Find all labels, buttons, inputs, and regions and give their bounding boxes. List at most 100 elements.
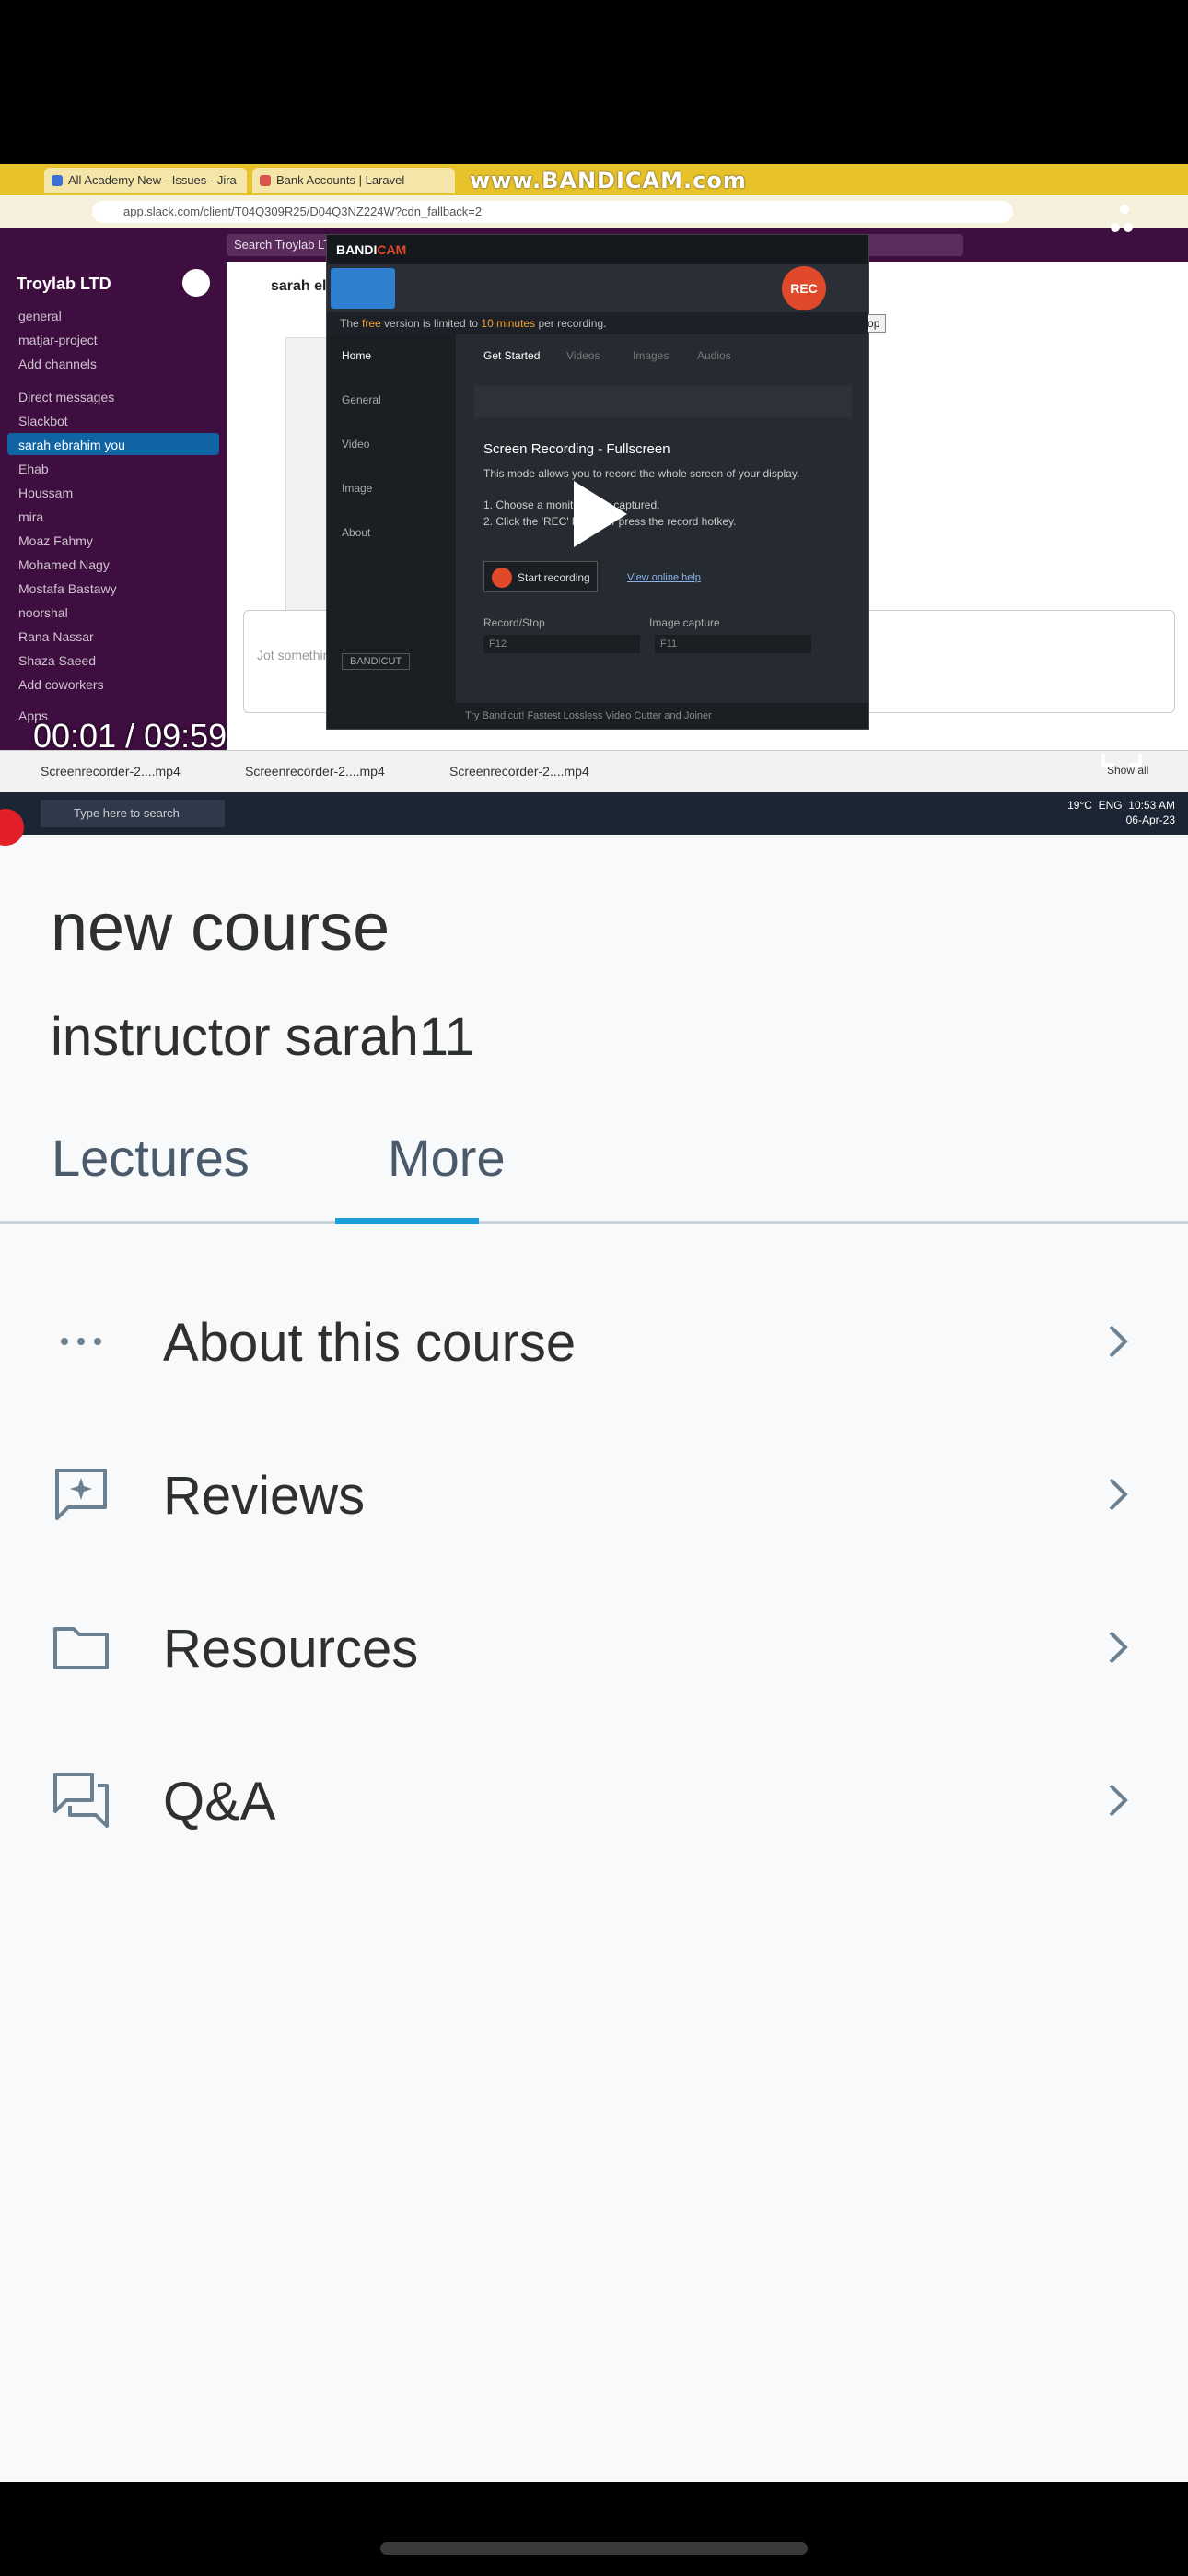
dot-icon [1111,223,1120,232]
sidebar-dm: sarah ebrahim you [18,438,125,452]
dot-icon [1124,223,1133,232]
recorded-tab: All Academy New - Issues - Jira [44,168,247,193]
chat-header: sarah el [271,278,327,294]
menu-item-label: Resources [163,1619,419,1679]
video-options-button[interactable] [1111,205,1138,251]
rec-dot-icon [492,568,512,588]
bandicam-nav-item: General [342,393,381,406]
menu-item-label: Q&A [163,1772,276,1832]
sidebar-channel: Add channels [18,357,97,371]
screen-mode-icon [331,268,395,309]
chevron-right-icon [1109,1325,1128,1358]
sidebar-dm: Ehab [18,462,49,476]
sidebar-dm: noorshal [18,605,68,620]
bandicam-watermark: www.BANDICAM.com [470,168,747,193]
notice-text: per recording. [535,317,607,330]
recorded-tab-label: Bank Accounts | Laravel [276,173,405,187]
sidebar-dm: mira [18,509,44,524]
laravel-icon [260,175,271,186]
time-readout: 00:01 / 09:59 [33,717,227,755]
menu-item-reviews[interactable]: Reviews [0,1421,1188,1568]
fullscreen-button[interactable] [1101,726,1142,767]
bandicut-badge: BANDICUT [342,653,411,670]
tab-lectures[interactable]: Lectures [52,1128,250,1188]
bandicam-heading: Screen Recording - Fullscreen [483,441,670,457]
menu-item-qa[interactable]: Q&A [0,1727,1188,1874]
video-player[interactable]: All Academy New - Issues - Jira Bank Acc… [0,164,1188,835]
tab-more[interactable]: More [388,1128,506,1188]
bandicam-logo: BANDICAM [336,242,406,257]
hotkey-label: Record/Stop [483,616,545,629]
notice-text: The [340,317,363,330]
tabs-divider [0,1221,1188,1224]
recorded-address-bar: app.slack.com/client/T04Q309R25/D04Q3NZ2… [0,195,1188,228]
download-item: Screenrecorder-2....mp4 [245,764,385,779]
bandicam-notice: The free version is limited to 10 minute… [327,312,868,334]
sidebar-dm: Rana Nassar [18,629,94,644]
bandicam-step: 1. Choose a monitor to be captured. [483,498,660,511]
bandicam-toolbar: REC [327,264,868,312]
home-indicator[interactable] [380,2542,808,2555]
bandicam-logo-b: CAM [377,242,407,257]
recorded-tab: Bank Accounts | Laravel [252,168,455,193]
bandicam-logo-a: BANDI [336,242,378,257]
chevron-right-icon [1109,1784,1128,1817]
sidebar-channel: general [18,309,62,323]
sidebar-dm: Mostafa Bastawy [18,581,117,596]
recorded-browser-tabstrip: All Academy New - Issues - Jira Bank Acc… [0,164,1188,195]
sidebar-dm: Slackbot [18,414,68,428]
course-title: new course [51,891,390,965]
tray-language: ENG [1098,799,1123,812]
bandicam-footer: Try Bandicut! Fastest Lossless Video Cut… [327,703,868,729]
menu-item-label: About this course [163,1313,577,1373]
system-tray: 19°C ENG 10:53 AM 06-Apr-23 [1067,798,1175,827]
download-item: Screenrecorder-2....mp4 [41,764,181,779]
chevron-right-icon [1109,1478,1128,1511]
bandicam-nav-item: Home [342,349,372,362]
compose-icon [182,269,210,297]
active-tab-indicator [335,1218,479,1224]
play-button[interactable] [574,481,627,547]
folder-icon [53,1627,109,1669]
status-bar [0,0,1188,164]
menu-item-resources[interactable]: Resources [0,1574,1188,1721]
bandicam-titlebar: BANDICAM [327,235,868,264]
chat-bubbles-icon [53,1773,109,1828]
review-sparkle-icon [55,1469,107,1520]
bandicam-desc: This mode allows you to record the whole… [483,467,800,480]
bandicam-tab: Videos [566,349,600,362]
windows-taskbar: Type here to search 19°C ENG 10:53 AM 06… [0,792,1188,835]
tray-date: 06-Apr-23 [1125,814,1175,826]
sidebar-dm: Shaza Saeed [18,653,97,668]
workspace-name: Troylab LTD [17,275,111,293]
bandicam-mode-strip [474,386,852,417]
hotkey-label: Image capture [649,616,720,629]
bandicam-tab: Audios [697,349,731,362]
hotkey-field: F12 [483,635,640,653]
course-tabs: Lectures More [0,1128,1188,1227]
downloads-bar: Screenrecorder-2....mp4 Screenrecorder-2… [0,750,1188,793]
tray-weather: 19°C [1067,799,1092,812]
bandicam-tab: Get Started [483,349,541,362]
bottom-bar [0,2482,1188,2576]
bandicam-tab: Images [633,349,670,362]
bandicam-nav: Home General Video Image About BANDICUT [327,334,456,703]
slack-sidebar: Troylab LTD general matjar-project Add c… [0,262,227,750]
taskbar-search: Type here to search [41,800,225,827]
sidebar-channel: matjar-project [18,333,98,347]
sidebar-dm: Moaz Fahmy [18,533,93,548]
message-placeholder: Jot somethin [257,648,331,662]
menu-item-label: Reviews [163,1466,366,1526]
tray-time: 10:53 AM [1128,799,1175,812]
instructor-name: instructor sarah11 [51,1007,474,1067]
start-recording-button: Start recording [483,561,598,592]
start-recording-label: Start recording [518,571,590,584]
sidebar-dm: Add coworkers [18,677,104,692]
recorded-url: app.slack.com/client/T04Q309R25/D04Q3NZ2… [92,201,1013,223]
menu-item-about[interactable]: About this course [0,1268,1188,1415]
chevron-right-icon [1109,1631,1128,1664]
more-dots-icon [61,1338,101,1345]
online-help-link: View online help [627,572,701,583]
fullscreen-icon [1101,726,1142,767]
download-item: Screenrecorder-2....mp4 [449,764,589,779]
